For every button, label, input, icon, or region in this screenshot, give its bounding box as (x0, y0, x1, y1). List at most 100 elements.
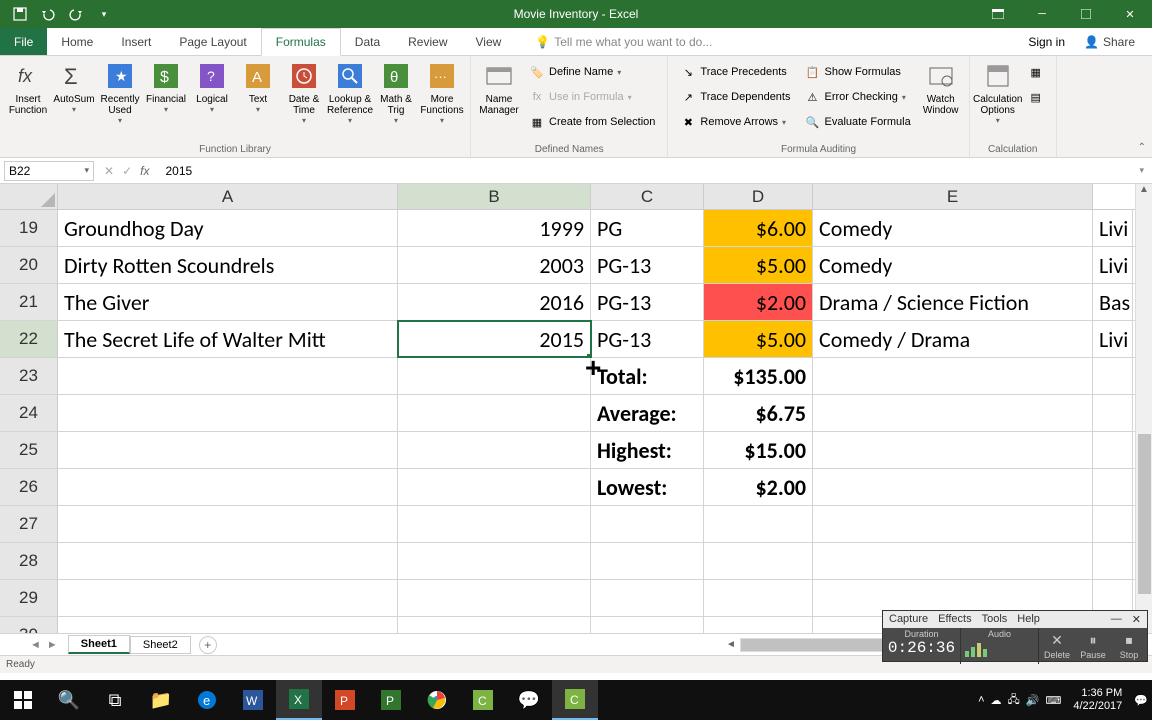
row-header[interactable]: 20 (0, 247, 58, 283)
financial-button[interactable]: $Financial▾ (144, 58, 188, 136)
notifications-icon[interactable]: 💬 (1134, 694, 1148, 707)
evaluate-formula-button[interactable]: 🔍Evaluate Formula (798, 110, 916, 134)
cell[interactable] (58, 358, 398, 394)
save-icon[interactable] (8, 2, 32, 26)
cell[interactable]: Livi (1093, 247, 1133, 283)
row-header[interactable]: 27 (0, 506, 58, 542)
cell[interactable] (1093, 506, 1133, 542)
cell[interactable]: 2015 (398, 321, 591, 357)
recorder-menu-item[interactable]: Effects (938, 613, 971, 626)
sign-in-link[interactable]: Sign in (1028, 35, 1065, 49)
recorder-menu-item[interactable]: Tools (982, 613, 1008, 626)
cell[interactable] (1093, 543, 1133, 579)
tab-data[interactable]: Data (341, 28, 394, 55)
cell[interactable]: $5.00 (704, 321, 813, 357)
trace-precedents-button[interactable]: ↘Trace Precedents (674, 60, 796, 84)
cell[interactable]: Groundhog Day (58, 210, 398, 246)
excel-icon[interactable]: X (276, 680, 322, 720)
trace-dependents-button[interactable]: ↗Trace Dependents (674, 85, 796, 109)
recorder-pause-button[interactable]: ⏸Pause (1075, 628, 1111, 664)
enter-icon[interactable]: ✓ (122, 164, 132, 178)
edge-icon[interactable]: e (184, 680, 230, 720)
lookup-reference-button[interactable]: Lookup & Reference▾ (328, 58, 372, 136)
cell[interactable]: Lowest: (591, 469, 704, 505)
cell[interactable]: PG-13 (591, 321, 704, 357)
cell[interactable] (591, 617, 704, 633)
cell[interactable]: Total: (591, 358, 704, 394)
app-icon[interactable]: 💬 (506, 680, 552, 720)
camtasia-icon[interactable]: C (552, 680, 598, 720)
row-header[interactable]: 30 (0, 617, 58, 633)
row-header[interactable]: 26 (0, 469, 58, 505)
clock[interactable]: 1:36 PM 4/22/2017 (1067, 687, 1128, 713)
ribbon-display-icon[interactable] (976, 0, 1020, 28)
cell[interactable] (398, 469, 591, 505)
cell[interactable] (398, 506, 591, 542)
row-header[interactable]: 21 (0, 284, 58, 320)
row-header[interactable]: 28 (0, 543, 58, 579)
cell[interactable] (58, 543, 398, 579)
cell[interactable]: $15.00 (704, 432, 813, 468)
cell[interactable]: $2.00 (704, 284, 813, 320)
cell[interactable] (704, 506, 813, 542)
sheet-prev-icon[interactable]: ◄ (30, 639, 41, 651)
tab-view[interactable]: View (462, 28, 516, 55)
cell[interactable] (1093, 395, 1133, 431)
cell[interactable]: PG (591, 210, 704, 246)
cell[interactable] (591, 580, 704, 616)
cell[interactable] (704, 543, 813, 579)
tray-chevron-icon[interactable]: ˄ (978, 694, 984, 706)
powerpoint-icon[interactable]: P (322, 680, 368, 720)
fx-icon[interactable]: fx (140, 164, 149, 178)
recorder-stop-button[interactable]: ⏹Stop (1111, 628, 1147, 664)
tab-insert[interactable]: Insert (107, 28, 165, 55)
cell[interactable] (704, 617, 813, 633)
cell[interactable]: Dirty Rotten Scoundrels (58, 247, 398, 283)
cell[interactable]: $2.00 (704, 469, 813, 505)
cell[interactable] (591, 543, 704, 579)
cell[interactable]: Comedy / Drama (813, 321, 1093, 357)
tab-file[interactable]: File (0, 28, 47, 55)
cell[interactable] (398, 580, 591, 616)
recorder-close-icon[interactable]: ✕ (1132, 613, 1141, 626)
cell[interactable]: PG-13 (591, 284, 704, 320)
cell[interactable]: Comedy (813, 247, 1093, 283)
cell[interactable]: Livi (1093, 321, 1133, 357)
sheet-tab[interactable]: Sheet2 (130, 636, 191, 654)
calc-sheet-button[interactable]: ▤ (1022, 85, 1050, 109)
cell[interactable]: Comedy (813, 210, 1093, 246)
word-icon[interactable]: W (230, 680, 276, 720)
cell[interactable] (58, 617, 398, 633)
tell-me-search[interactable]: 💡Tell me what you want to do... (515, 28, 712, 55)
error-checking-button[interactable]: ⚠Error Checking ▾ (798, 85, 916, 109)
define-name-button[interactable]: 🏷️Define Name ▾ (523, 60, 661, 84)
qat-customize-icon[interactable]: ▾ (92, 2, 116, 26)
more-functions-button[interactable]: ···More Functions▾ (420, 58, 464, 136)
cell[interactable] (591, 506, 704, 542)
cell[interactable]: The Giver (58, 284, 398, 320)
sheet-next-icon[interactable]: ► (47, 639, 58, 651)
cell[interactable] (813, 358, 1093, 394)
column-header[interactable]: B (398, 184, 591, 209)
column-header[interactable]: D (704, 184, 813, 209)
spreadsheet-grid[interactable]: A B C D E 19 Groundhog Day 1999 PG $6.00… (0, 184, 1152, 633)
name-manager-button[interactable]: Name Manager (477, 58, 521, 136)
column-header[interactable]: A (58, 184, 398, 209)
calculation-options-button[interactable]: Calculation Options▾ (976, 58, 1020, 136)
cell[interactable] (813, 469, 1093, 505)
cell[interactable] (398, 543, 591, 579)
tab-home[interactable]: Home (47, 28, 107, 55)
cell[interactable]: $135.00 (704, 358, 813, 394)
collapse-ribbon-icon[interactable]: ⌃ (1138, 142, 1146, 153)
cell[interactable] (813, 395, 1093, 431)
start-button[interactable] (0, 680, 46, 720)
row-header[interactable]: 22 (0, 321, 58, 357)
math-trig-button[interactable]: θMath & Trig▾ (374, 58, 418, 136)
task-view-icon[interactable]: ⧉ (92, 680, 138, 720)
tab-page-layout[interactable]: Page Layout (165, 28, 260, 55)
search-icon[interactable]: 🔍 (46, 680, 92, 720)
row-header[interactable]: 29 (0, 580, 58, 616)
app-icon[interactable]: C (460, 680, 506, 720)
recently-used-button[interactable]: ★Recently Used▾ (98, 58, 142, 136)
project-icon[interactable]: P (368, 680, 414, 720)
